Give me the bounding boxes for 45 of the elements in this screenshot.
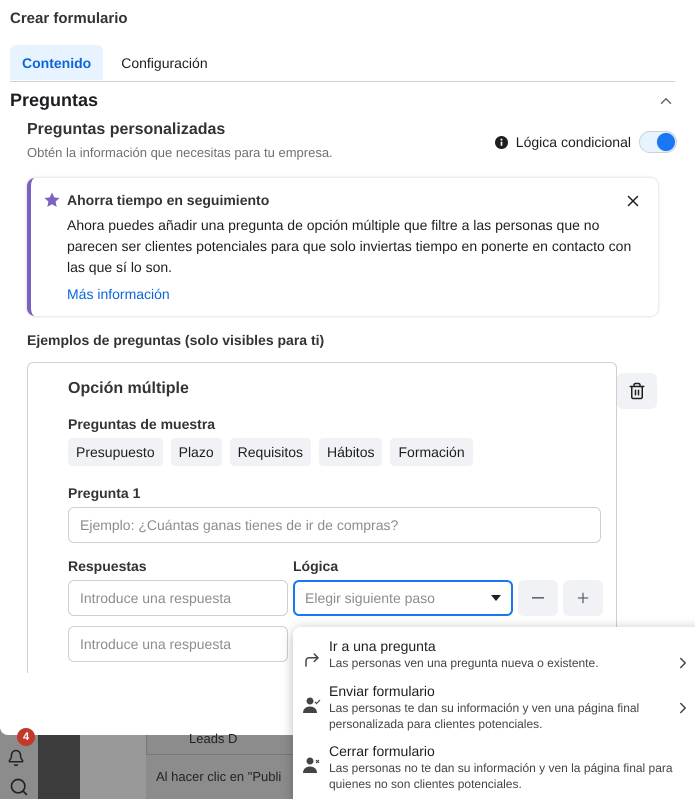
question-input[interactable]: Ejemplo: ¿Cuántas ganas tienes de ir de compras? — [68, 507, 601, 543]
notification-badge: 4 — [17, 728, 35, 746]
logic-label: Lógica — [293, 558, 340, 574]
sample-chip[interactable]: Hábitos — [319, 438, 382, 466]
person-check-icon — [303, 696, 321, 714]
side-panel — [80, 735, 146, 799]
toggle-switch[interactable] — [639, 131, 677, 153]
minus-icon — [532, 597, 544, 599]
sample-chip[interactable]: Plazo — [170, 438, 222, 466]
tab[interactable]: Contenido — [10, 45, 104, 80]
sample-chip[interactable]: Presupuesto — [68, 438, 163, 466]
delete-button[interactable] — [617, 373, 657, 409]
menu-item[interactable]: Cerrar formulario Las personas no te dan su información y ven la página final para quienes no son clientes potenciales. — [293, 740, 695, 799]
star-icon — [43, 191, 61, 209]
subsection-description: Obtén la información que necesitas para tu empresa. — [27, 145, 333, 160]
answer-input[interactable]: Introduce una respuesta — [68, 626, 288, 662]
row-text: Leads D — [189, 731, 238, 746]
more-info-link[interactable]: Más información — [67, 286, 170, 302]
section-title: Preguntas — [10, 90, 98, 111]
caption-text: Al hacer clic en "Publi — [156, 769, 282, 784]
menu-item[interactable]: Ir a una pregunta Las personas ven una pregunta nueva o existente. — [293, 635, 695, 680]
sample-chip[interactable]: Formación — [390, 438, 473, 466]
tab[interactable]: Configuración — [109, 45, 220, 80]
notice-title: Ahorra tiempo en seguimiento — [67, 192, 270, 208]
info-icon — [494, 136, 508, 148]
sample-chip[interactable]: Requisitos — [230, 438, 312, 466]
bell-icon[interactable] — [7, 749, 25, 767]
dialog-title: Crear formulario — [10, 10, 129, 29]
answer-input[interactable]: Introduce una respuesta — [68, 580, 288, 616]
question-label: Pregunta 1 — [68, 485, 142, 501]
trash-icon — [628, 382, 646, 400]
sidebar — [38, 735, 80, 799]
examples-label: Ejemplos de preguntas (solo visibles para ti) — [27, 332, 326, 348]
card-title: Opción múltiple — [68, 380, 190, 398]
plus-icon — [575, 590, 591, 606]
turn-arrow-icon — [303, 651, 321, 669]
caret-icon — [491, 595, 501, 601]
notice-text: Ahora puedes añadir una pregunta de opción múltiple que filtre a las personas que no parecen ser clientes potenciales para que solo inviertas tiempo en ponerte en contacto con las que sí lo son. — [67, 216, 632, 277]
subsection-title: Preguntas personalizadas — [27, 121, 226, 139]
samples-label: Preguntas de muestra — [68, 416, 216, 432]
search-icon[interactable] — [9, 777, 29, 797]
person-x-icon — [303, 756, 321, 774]
answers-label: Respuestas — [68, 558, 148, 574]
toggle-label: Lógica condicional — [516, 134, 631, 150]
menu-item[interactable]: Enviar formulario Las personas te dan su información y ven una página final personalizada para clientes potenciales. — [293, 680, 695, 740]
